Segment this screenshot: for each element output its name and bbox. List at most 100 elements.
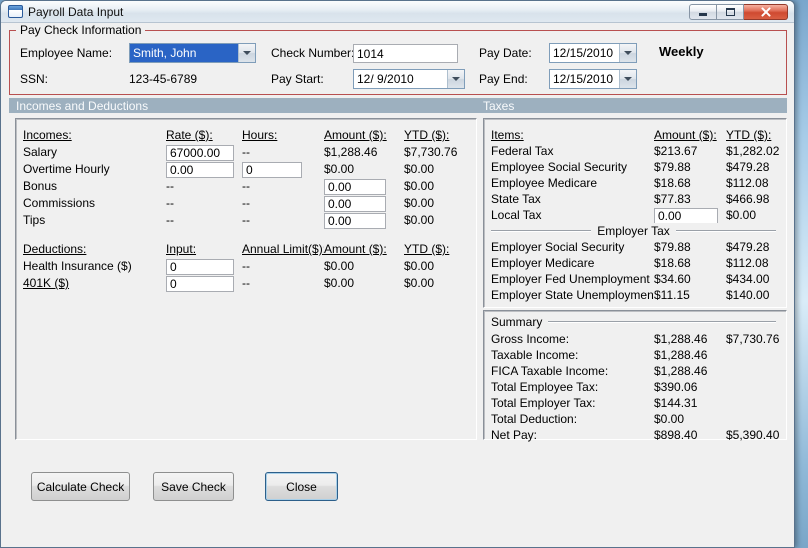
bonus-hours: -- xyxy=(242,179,250,193)
pay-end-picker[interactable]: 12/15/2010 xyxy=(549,69,637,89)
pay-date-label: Pay Date: xyxy=(479,46,532,60)
summary-header: Summary xyxy=(491,313,776,331)
commissions-amount-input[interactable] xyxy=(324,196,386,212)
commissions-rate: -- xyxy=(166,196,174,210)
minimize-button[interactable] xyxy=(689,4,717,20)
pay-date-picker[interactable]: 12/15/2010 xyxy=(549,43,637,63)
summary-title: Summary xyxy=(491,315,543,329)
health-insurance-ytd: $0.00 xyxy=(404,259,435,273)
health-insurance-input[interactable] xyxy=(166,259,234,275)
bonus-rate: -- xyxy=(166,179,174,193)
total-employer-tax-label: Total Employer Tax: xyxy=(491,396,596,410)
col-input: Input: xyxy=(166,242,197,256)
taxes-section-title: Taxes xyxy=(483,99,515,113)
pay-date-value: 12/15/2010 xyxy=(553,46,614,60)
employer-ss-amount: $79.88 xyxy=(654,240,691,254)
overtime-amount: $0.00 xyxy=(324,162,355,176)
net-pay-ytd: $5,390.40 xyxy=(726,428,780,442)
state-tax-ytd: $466.98 xyxy=(726,192,770,206)
tips-hours: -- xyxy=(242,213,250,227)
app-icon xyxy=(8,5,23,18)
total-employee-tax-label: Total Employee Tax: xyxy=(491,380,599,394)
employer-fed-unemployment-label: Employer Fed Unemployment xyxy=(491,272,650,286)
employer-state-unemployment-amount: $11.15 xyxy=(654,288,690,302)
maximize-button[interactable] xyxy=(717,4,744,20)
payroll-window: Payroll Data Input Pay Check Information… xyxy=(0,0,795,548)
taxable-income-ytd xyxy=(726,347,786,363)
pay-end-dropdown-button[interactable] xyxy=(619,70,636,88)
tips-amount-input[interactable] xyxy=(324,213,386,229)
ssn-label: SSN: xyxy=(20,72,49,86)
client-area: Pay Check Information Employee Name: Smi… xyxy=(2,23,793,547)
window-controls xyxy=(689,4,788,20)
employer-fed-unemployment-ytd: $434.00 xyxy=(726,272,770,286)
employer-tax-title: Employer Tax xyxy=(597,224,670,238)
taxes-panel: Items: Amount ($): YTD ($): Federal Tax … xyxy=(483,118,787,308)
local-tax-label: Local Tax xyxy=(491,208,542,222)
pay-start-label: Pay Start: xyxy=(271,72,324,86)
close-form-button[interactable]: Close xyxy=(265,472,338,501)
employer-ss-ytd: $479.28 xyxy=(726,240,770,254)
summary-table: Gross Income: $1,288.46 $7,730.76 Taxabl… xyxy=(491,331,786,443)
401k-ytd: $0.00 xyxy=(404,276,435,290)
401k-link[interactable]: 401K ($) xyxy=(23,275,166,292)
employer-tax-divider: Employer Tax xyxy=(491,223,776,239)
gross-income-amount: $1,288.46 xyxy=(654,332,708,346)
pay-end-value: 12/15/2010 xyxy=(553,72,614,86)
employee-name-combobox[interactable]: Smith, John xyxy=(129,43,256,63)
employee-ss-label: Employee Social Security xyxy=(491,160,628,174)
deductions-table: Deductions: Input: Annual Limit($): Amou… xyxy=(23,241,476,292)
tips-ytd: $0.00 xyxy=(404,213,435,227)
divider-line xyxy=(548,321,776,323)
pay-date-dropdown-button[interactable] xyxy=(619,44,636,62)
employee-ss-amount: $79.88 xyxy=(654,160,691,174)
title-bar[interactable]: Payroll Data Input xyxy=(1,1,794,23)
bonus-ytd: $0.00 xyxy=(404,179,435,193)
section-header-band: Incomes and Deductions Taxes xyxy=(9,98,787,113)
gross-income-label: Gross Income: xyxy=(491,332,570,346)
salary-rate-input[interactable] xyxy=(166,145,234,161)
401k-amount: $0.00 xyxy=(324,276,355,290)
pay-frequency-label: Weekly xyxy=(659,44,704,59)
pay-start-picker[interactable]: 12/ 9/2010 xyxy=(353,69,465,89)
overtime-rate-input[interactable] xyxy=(166,162,234,178)
employer-medicare-ytd: $112.08 xyxy=(726,256,769,270)
fica-taxable-income-amount: $1,288.46 xyxy=(654,364,708,378)
employee-medicare-amount: $18.68 xyxy=(654,176,691,190)
save-check-button[interactable]: Save Check xyxy=(153,472,234,501)
401k-input[interactable] xyxy=(166,276,234,292)
employer-fed-unemployment-amount: $34.60 xyxy=(654,272,691,286)
maximize-icon xyxy=(725,8,735,16)
minimize-icon xyxy=(699,13,707,16)
dropdown-arrow-icon xyxy=(452,77,460,81)
total-employer-tax-ytd xyxy=(726,395,786,411)
total-deduction-ytd xyxy=(726,411,786,427)
overtime-hours-input[interactable] xyxy=(242,162,302,178)
salary-amount: $1,288.46 xyxy=(324,145,378,159)
employee-ss-ytd: $479.28 xyxy=(726,160,770,174)
net-pay-label: Net Pay: xyxy=(491,428,538,442)
col-rate: Rate ($): xyxy=(166,128,213,142)
employer-medicare-label: Employer Medicare xyxy=(491,256,595,270)
close-icon xyxy=(760,6,772,18)
employee-name-dropdown-button[interactable] xyxy=(238,44,255,62)
total-employee-tax-amount: $390.06 xyxy=(654,380,698,394)
pay-start-dropdown-button[interactable] xyxy=(447,70,464,88)
employer-state-unemployment-label: Employer State Unemployment xyxy=(491,288,654,302)
col-hours: Hours: xyxy=(242,128,278,142)
overtime-ytd: $0.00 xyxy=(404,162,435,176)
employee-name-label: Employee Name: xyxy=(20,46,113,60)
paycheck-info-group: Pay Check Information Employee Name: Smi… xyxy=(9,23,787,95)
bonus-amount-input[interactable] xyxy=(324,179,386,195)
close-button[interactable] xyxy=(744,4,788,20)
local-tax-input[interactable] xyxy=(654,208,718,223)
calculate-check-button[interactable]: Calculate Check xyxy=(31,472,130,501)
fica-taxable-income-label: FICA Taxable Income: xyxy=(491,364,609,378)
health-insurance-limit: -- xyxy=(242,259,250,273)
salary-ytd: $7,730.76 xyxy=(404,145,458,159)
check-number-input[interactable] xyxy=(353,44,458,63)
ssn-value: 123-45-6789 xyxy=(129,72,198,86)
summary-panel: Summary Gross Income: $1,288.46 $7,730.7… xyxy=(483,310,787,443)
health-insurance-amount: $0.00 xyxy=(324,259,355,273)
dropdown-arrow-icon xyxy=(243,51,251,55)
